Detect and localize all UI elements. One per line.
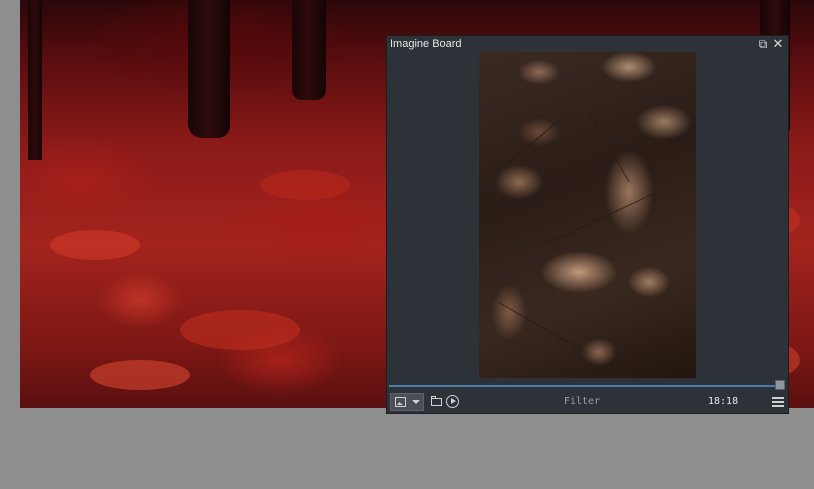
leaf-patch	[180, 310, 300, 350]
close-icon[interactable]: ✕	[771, 37, 785, 51]
view-mode-dropdown-button[interactable]	[390, 393, 424, 411]
leaf-vein	[548, 191, 658, 243]
window-titlebar[interactable]: Imagine Board ⧉ ✕	[387, 36, 788, 53]
image-preview	[479, 52, 696, 378]
picture-icon	[395, 397, 406, 407]
bottom-toolbar: Filter 18:18	[387, 391, 788, 413]
tree-trunk	[28, 0, 42, 160]
leaf-patch	[50, 230, 140, 260]
imagine-board-window: Imagine Board ⧉ ✕ Filter 18:18	[386, 35, 789, 414]
tree-trunk	[292, 0, 326, 100]
folder-icon[interactable]	[430, 395, 443, 408]
restore-icon[interactable]: ⧉	[756, 37, 770, 51]
hamburger-menu-icon[interactable]	[772, 396, 784, 408]
chevron-down-icon	[412, 400, 420, 404]
leaf-vein	[508, 117, 563, 163]
leaf-patch	[260, 170, 350, 200]
filter-input[interactable]: Filter	[552, 391, 612, 413]
time-display: 18:18	[708, 396, 739, 407]
leaf-patch	[90, 360, 190, 390]
tree-trunk	[188, 0, 230, 138]
window-title: Imagine Board	[390, 38, 462, 50]
leaf-vein	[498, 302, 578, 348]
progress-handle[interactable]	[775, 380, 785, 390]
slideshow-progress-bar[interactable]	[389, 385, 776, 387]
folder-body	[431, 398, 442, 406]
leaf-vein	[588, 112, 630, 183]
play-icon[interactable]	[446, 395, 459, 408]
